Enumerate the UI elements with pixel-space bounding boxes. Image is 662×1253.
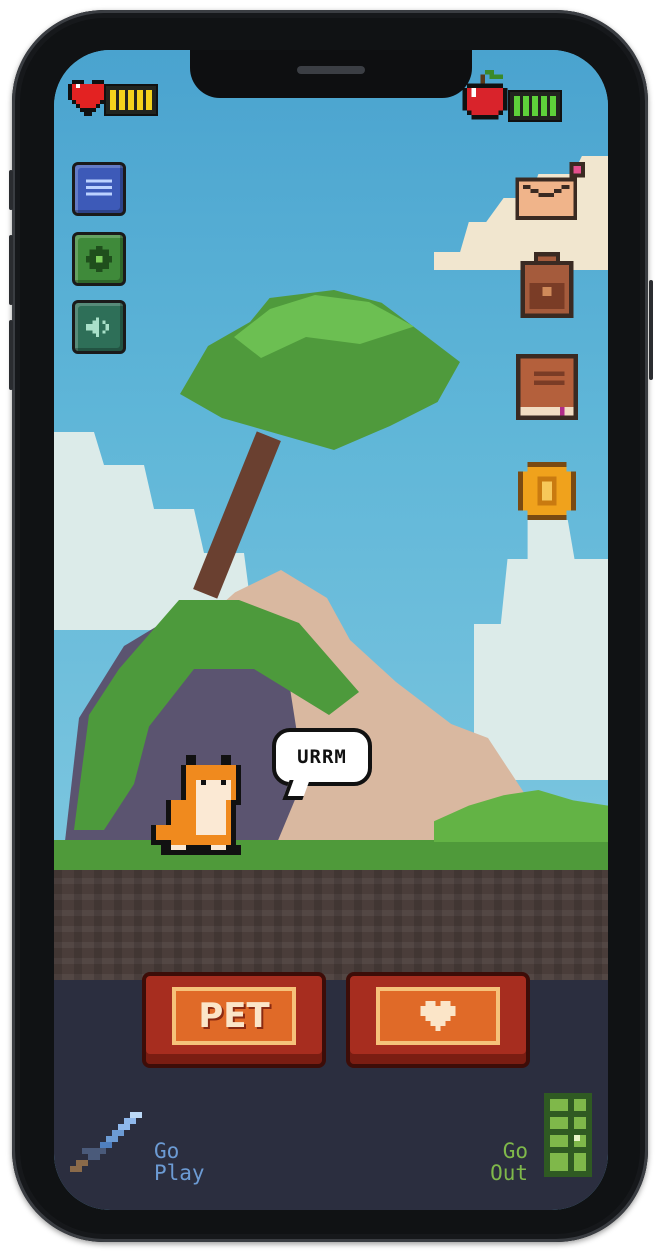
envelope-icon xyxy=(515,162,585,220)
shiba-sprite xyxy=(151,755,241,855)
pet-button[interactable]: PET xyxy=(142,972,326,1068)
go-play-line1: Go xyxy=(154,1139,180,1163)
grass xyxy=(54,840,608,870)
pet-button-label: PET xyxy=(198,996,270,1036)
hunger-segment xyxy=(514,96,520,116)
volume-up-button xyxy=(9,235,13,305)
speaker-icon xyxy=(86,317,109,337)
health-segment xyxy=(146,90,152,110)
gear-icon xyxy=(86,246,112,272)
list-icon xyxy=(86,179,112,196)
go-play-line2: Play xyxy=(154,1161,205,1185)
love-button[interactable] xyxy=(346,972,530,1068)
dirt xyxy=(54,870,608,980)
earpiece xyxy=(297,66,365,74)
go-out-line2: Out xyxy=(490,1161,528,1185)
go-out-button[interactable]: Go Out xyxy=(470,1140,528,1184)
pet-shiba[interactable] xyxy=(146,750,256,860)
menu-button[interactable] xyxy=(72,162,126,216)
hunger-segment xyxy=(523,96,529,116)
health-segment xyxy=(137,90,143,110)
love-button-face xyxy=(376,987,500,1045)
speech-text: URRM xyxy=(297,746,347,768)
backpack-button[interactable] xyxy=(516,252,578,322)
journal-button[interactable] xyxy=(516,354,578,424)
hunger-segment xyxy=(532,96,538,116)
sword-icon[interactable] xyxy=(70,1112,142,1182)
speech-bubble: URRM xyxy=(272,728,372,786)
settings-button[interactable] xyxy=(72,232,126,286)
go-out-line1: Go xyxy=(502,1139,528,1163)
power-button xyxy=(649,280,653,380)
heart-icon xyxy=(68,80,108,120)
coin-button[interactable] xyxy=(518,462,576,524)
notch xyxy=(190,50,472,98)
health-segment xyxy=(110,90,116,110)
door-icon[interactable] xyxy=(544,1092,592,1182)
health-segment xyxy=(119,90,125,110)
mute-switch xyxy=(9,170,13,210)
hunger-segment xyxy=(550,96,556,116)
go-play-button[interactable]: Go Play xyxy=(154,1140,205,1184)
coin-icon xyxy=(518,462,576,520)
health-segment xyxy=(128,90,134,110)
health-bar xyxy=(104,84,158,116)
pet-button-face: PET xyxy=(172,987,296,1045)
backpack-icon xyxy=(520,252,574,318)
hunger-bar xyxy=(508,90,562,122)
mail-button[interactable] xyxy=(514,162,590,224)
heart-icon xyxy=(420,1001,456,1031)
book-icon xyxy=(516,354,578,420)
sound-button[interactable] xyxy=(72,300,126,354)
volume-down-button xyxy=(9,320,13,390)
hunger-segment xyxy=(541,96,547,116)
